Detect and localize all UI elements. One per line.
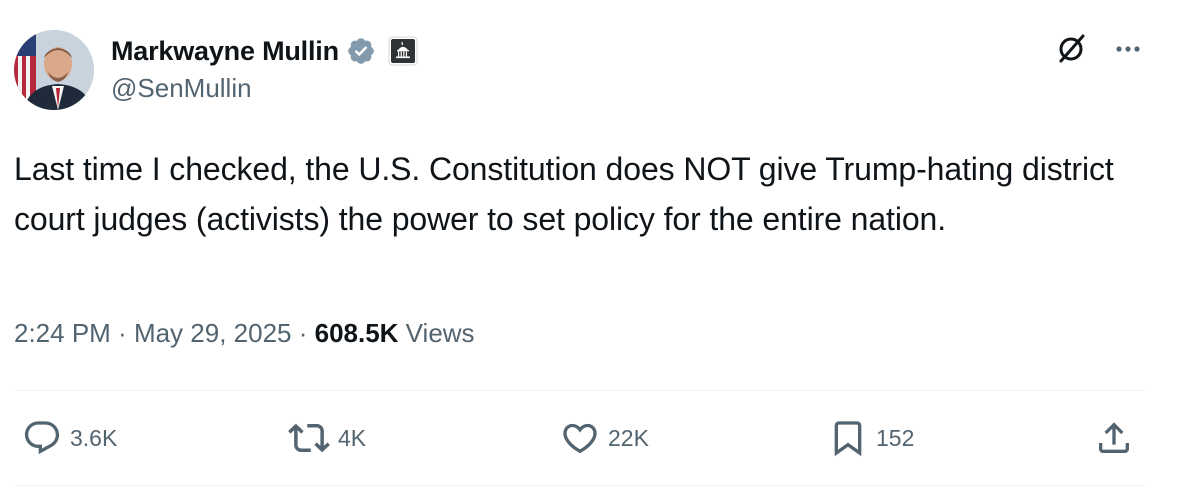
- reply-count: 3.6K: [70, 424, 118, 451]
- capitol-building-icon[interactable]: [388, 36, 418, 66]
- grok-icon[interactable]: [1054, 30, 1090, 66]
- avatar[interactable]: [14, 30, 94, 110]
- meta-separator: ·: [291, 318, 315, 348]
- repost-icon: [288, 417, 330, 459]
- meta-separator: ·: [110, 318, 134, 348]
- reply-icon: [22, 418, 62, 458]
- repost-count: 4K: [338, 424, 367, 451]
- more-horizontal-icon[interactable]: [1110, 30, 1146, 66]
- share-icon: [1094, 418, 1134, 458]
- repost-button[interactable]: 4K: [288, 412, 366, 464]
- tweet-time[interactable]: 2:24 PM: [14, 318, 111, 348]
- author-name-row: Markwayne Mullin: [111, 32, 418, 70]
- views-count[interactable]: 608.5K: [315, 318, 399, 348]
- divider: [14, 390, 1146, 391]
- action-bar: 3.6K 4K 22K 152: [0, 412, 1190, 464]
- views-label: Views: [398, 318, 475, 348]
- divider: [14, 485, 1146, 486]
- share-button[interactable]: [1094, 412, 1134, 464]
- bookmark-icon: [828, 418, 868, 458]
- reply-button[interactable]: 3.6K: [22, 412, 117, 464]
- like-count: 22K: [608, 424, 649, 451]
- tweet-text: Last time I checked, the U.S. Constituti…: [14, 151, 1114, 237]
- like-button[interactable]: 22K: [560, 412, 649, 464]
- avatar-image: [14, 30, 94, 110]
- bookmark-button[interactable]: 152: [828, 412, 914, 464]
- tweet-date[interactable]: May 29, 2025: [134, 318, 292, 348]
- verified-badge-icon[interactable]: [346, 36, 376, 66]
- tweet-meta: 2:24 PM · May 29, 2025 · 608.5K Views: [14, 318, 475, 349]
- bookmark-count: 152: [876, 424, 915, 451]
- heart-icon: [560, 418, 600, 458]
- author-handle[interactable]: @SenMullin: [111, 73, 252, 104]
- author-display-name[interactable]: Markwayne Mullin: [111, 36, 339, 67]
